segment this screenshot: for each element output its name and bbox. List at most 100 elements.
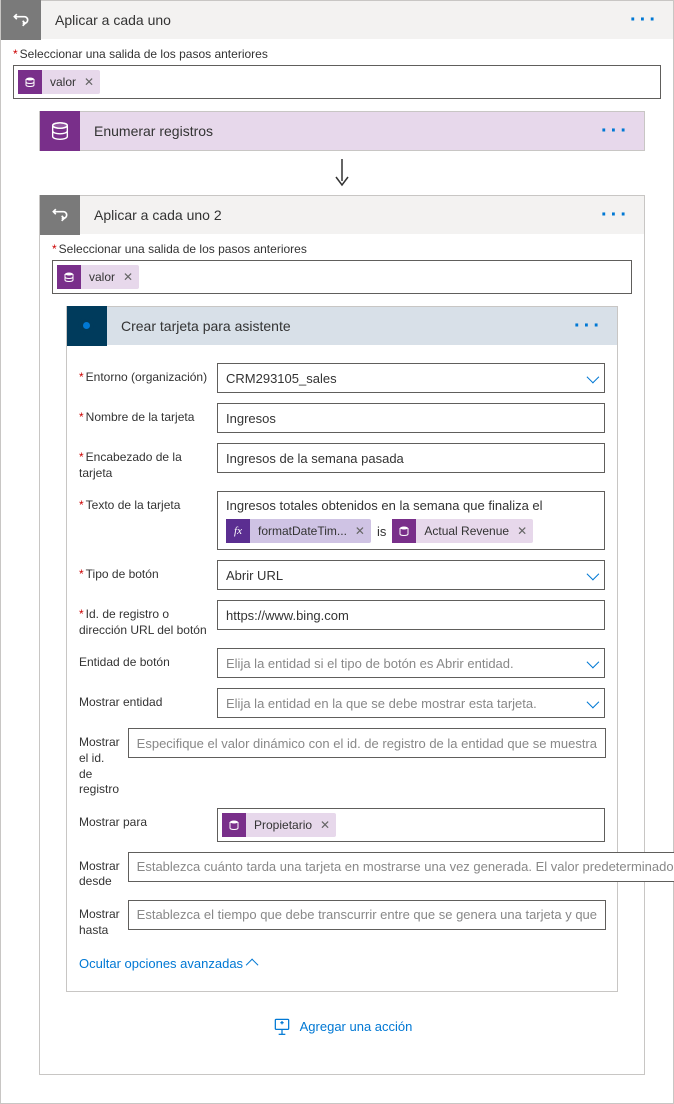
btntype-select[interactable]: Abrir URL — [217, 560, 605, 590]
showrec-placeholder: Especifique el valor dinámico con el id.… — [137, 736, 597, 751]
remove-token-button[interactable]: ✕ — [517, 524, 527, 538]
database-icon — [222, 813, 246, 837]
owner-token[interactable]: Propietario ✕ — [222, 813, 336, 837]
showto-row: Mostrar hasta Establezca el tiempo que d… — [79, 900, 605, 938]
select-output-label: *Seleccionar una salida de los pasos ant… — [13, 47, 661, 61]
database-icon — [40, 111, 80, 151]
btnentity-select[interactable]: Elija la entidad si el tipo de botón es … — [217, 648, 605, 678]
token-label: valor — [87, 270, 117, 284]
more-menu-button[interactable]: ··· — [630, 10, 659, 30]
showfor-row: Mostrar para Propietar — [79, 808, 605, 842]
showfrom-input[interactable]: Establezca cuánto tarda una tarjeta en m… — [128, 852, 674, 882]
cardname-input[interactable]: Ingresos — [217, 403, 605, 433]
recid-value: https://www.bing.com — [226, 608, 349, 623]
showfor-input[interactable]: Propietario ✕ — [217, 808, 605, 842]
database-icon — [18, 70, 42, 94]
remove-token-button[interactable]: ✕ — [320, 818, 330, 832]
showto-label: Mostrar hasta — [79, 900, 120, 938]
database-icon — [57, 265, 81, 289]
token-label: valor — [48, 75, 78, 89]
env-label: *Entorno (organización) — [79, 363, 209, 386]
showrec-row: Mostrar el id. de registro Especifique e… — [79, 728, 605, 797]
apply-each-inner-card: Aplicar a cada uno 2 ··· *Seleccionar un… — [39, 195, 645, 1075]
hide-advanced-toggle[interactable]: Ocultar opciones avanzadas — [79, 956, 258, 971]
cardtext-label: *Texto de la tarjeta — [79, 491, 209, 514]
flow-canvas: Aplicar a cada uno ··· *Seleccionar una … — [0, 0, 674, 1104]
showfrom-label: Mostrar desde — [79, 852, 120, 890]
btnentity-row: Entidad de botón Elija la entidad si el … — [79, 648, 605, 678]
value-token[interactable]: valor ✕ — [57, 265, 139, 289]
cardtext-value: Ingresos totales obtenidos en la semana … — [226, 498, 596, 513]
showto-input[interactable]: Establezca el tiempo que debe transcurri… — [128, 900, 606, 930]
loop-icon — [1, 0, 41, 40]
enumerate-records-card: Enumerar registros ··· — [39, 111, 645, 151]
chevron-down-icon — [587, 567, 596, 583]
more-menu-button[interactable]: ··· — [574, 316, 603, 336]
remove-token-button[interactable]: ✕ — [123, 270, 133, 284]
add-action-button[interactable]: Agregar una acción — [272, 1016, 413, 1036]
chevron-down-icon — [587, 655, 596, 671]
database-icon — [392, 519, 416, 543]
enumerate-records-title: Enumerar registros — [94, 123, 587, 139]
select-output-label: *Seleccionar una salida de los pasos ant… — [52, 242, 632, 256]
add-action-label: Agregar una acción — [300, 1019, 413, 1034]
create-card-title: Crear tarjeta para asistente — [121, 318, 560, 334]
create-card-header[interactable]: Crear tarjeta para asistente ··· — [67, 307, 617, 345]
recid-row: *Id. de registro o dirección URL del bot… — [79, 600, 605, 638]
env-select[interactable]: CRM293105_sales — [217, 363, 605, 393]
apply-each-outer-header[interactable]: Aplicar a cada uno ··· — [1, 1, 673, 39]
showentity-placeholder: Elija la entidad en la que se debe mostr… — [226, 696, 537, 711]
showrec-input[interactable]: Especifique el valor dinámico con el id.… — [128, 728, 606, 758]
recid-input[interactable]: https://www.bing.com — [217, 600, 605, 630]
showentity-row: Mostrar entidad Elija la entidad en la q… — [79, 688, 605, 718]
recid-label: *Id. de registro o dirección URL del bot… — [79, 600, 209, 638]
cardheader-value: Ingresos de la semana pasada — [226, 451, 404, 466]
cardname-row: *Nombre de la tarjeta Ingresos — [79, 403, 605, 433]
cardname-value: Ingresos — [226, 411, 276, 426]
flow-arrow-icon — [39, 151, 645, 195]
cardheader-label: *Encabezado de la tarjeta — [79, 443, 209, 481]
showfrom-placeholder: Establezca cuánto tarda una tarjeta en m… — [137, 859, 674, 874]
chevron-down-icon — [587, 695, 596, 711]
apply-each-inner-header[interactable]: Aplicar a cada uno 2 ··· — [40, 196, 644, 234]
showfrom-row: Mostrar desde Establezca cuánto tarda un… — [79, 852, 605, 890]
revenue-token[interactable]: Actual Revenue ✕ — [392, 519, 533, 543]
cardtext-input[interactable]: Ingresos totales obtenidos en la semana … — [217, 491, 605, 550]
revenue-token-label: Actual Revenue — [422, 524, 511, 538]
create-card-body: *Entorno (organización) CRM293105_sales — [67, 345, 617, 991]
apply-each-outer-body: *Seleccionar una salida de los pasos ant… — [1, 39, 673, 1103]
cardheader-row: *Encabezado de la tarjeta Ingresos de la… — [79, 443, 605, 481]
select-output-input[interactable]: valor ✕ — [52, 260, 632, 294]
nested-flow-area: Enumerar registros ··· — [13, 99, 661, 1091]
value-token[interactable]: valor ✕ — [18, 70, 100, 94]
showfor-label: Mostrar para — [79, 808, 209, 831]
add-step-icon — [272, 1016, 292, 1036]
cardheader-input[interactable]: Ingresos de la semana pasada — [217, 443, 605, 473]
apply-each-inner-title: Aplicar a cada uno 2 — [94, 207, 587, 223]
select-output-input[interactable]: valor ✕ — [13, 65, 661, 99]
more-menu-button[interactable]: ··· — [601, 121, 630, 141]
apply-each-outer-title: Aplicar a cada uno — [55, 12, 616, 28]
showentity-select[interactable]: Elija la entidad en la que se debe mostr… — [217, 688, 605, 718]
showrec-label: Mostrar el id. de registro — [79, 728, 120, 797]
more-menu-button[interactable]: ··· — [601, 205, 630, 225]
remove-token-button[interactable]: ✕ — [355, 524, 365, 538]
showto-placeholder: Establezca el tiempo que debe transcurri… — [137, 907, 597, 922]
env-row: *Entorno (organización) CRM293105_sales — [79, 363, 605, 393]
btntype-label: *Tipo de botón — [79, 560, 209, 583]
env-value: CRM293105_sales — [226, 371, 337, 386]
remove-token-button[interactable]: ✕ — [84, 75, 94, 89]
btntype-value: Abrir URL — [226, 568, 283, 583]
btnentity-placeholder: Elija la entidad si el tipo de botón es … — [226, 656, 514, 671]
loop-icon — [40, 195, 80, 235]
fx-icon: fx — [226, 519, 250, 543]
hide-advanced-label: Ocultar opciones avanzadas — [79, 956, 243, 971]
apply-each-inner-body: *Seleccionar una salida de los pasos ant… — [40, 234, 644, 1074]
enumerate-records-header[interactable]: Enumerar registros ··· — [40, 112, 644, 150]
cardtext-row: *Texto de la tarjeta Ingresos totales ob… — [79, 491, 605, 550]
chevron-up-icon — [249, 956, 258, 971]
apply-each-outer-card: Aplicar a cada uno ··· *Seleccionar una … — [0, 0, 674, 1104]
fx-token[interactable]: fx formatDateTim... ✕ — [226, 519, 371, 543]
owner-token-label: Propietario — [252, 818, 314, 832]
advanced-toggle-row: Ocultar opciones avanzadas — [79, 956, 605, 971]
